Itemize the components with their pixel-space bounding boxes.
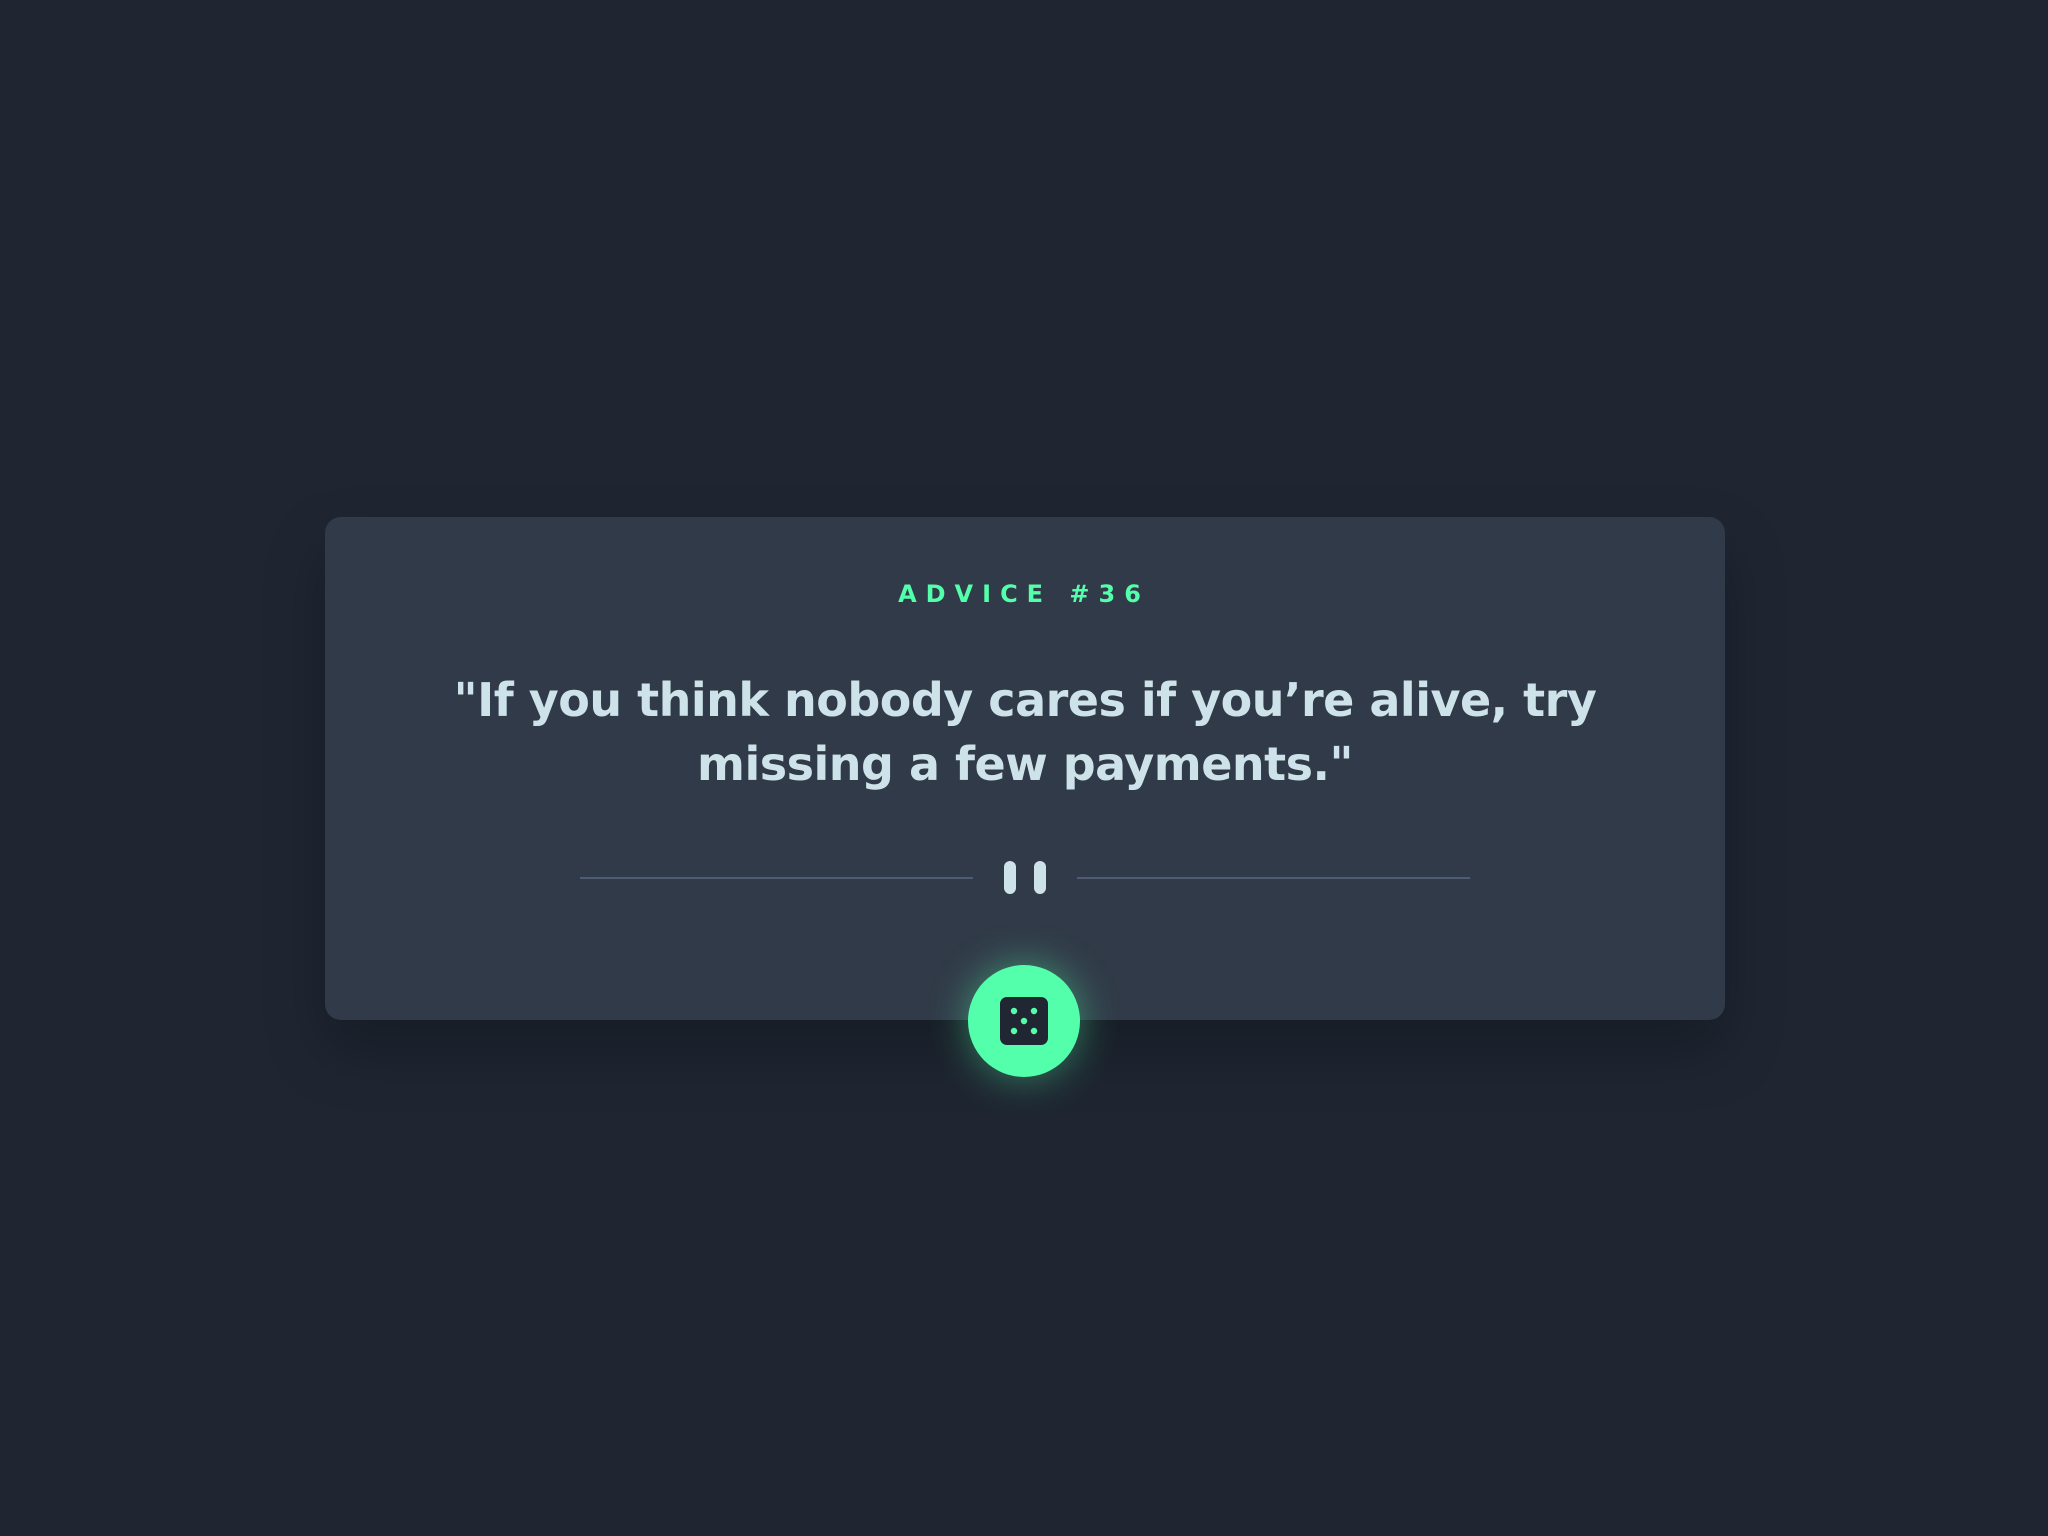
- pause-bar-left: [1004, 861, 1016, 894]
- pause-icon: [1004, 861, 1046, 897]
- advice-id: ADVICE #36: [898, 580, 1150, 608]
- page: ADVICE #36 "If you think nobody cares if…: [0, 0, 2048, 1536]
- pattern-divider: [580, 859, 1470, 899]
- new-advice-button[interactable]: [968, 965, 1080, 1077]
- dice-icon: [1000, 997, 1048, 1045]
- pause-bar-right: [1034, 861, 1046, 894]
- divider-line-right: [1077, 877, 1470, 879]
- divider-line-left: [580, 877, 973, 879]
- advice-quote: "If you think nobody cares if you’re ali…: [453, 673, 1597, 791]
